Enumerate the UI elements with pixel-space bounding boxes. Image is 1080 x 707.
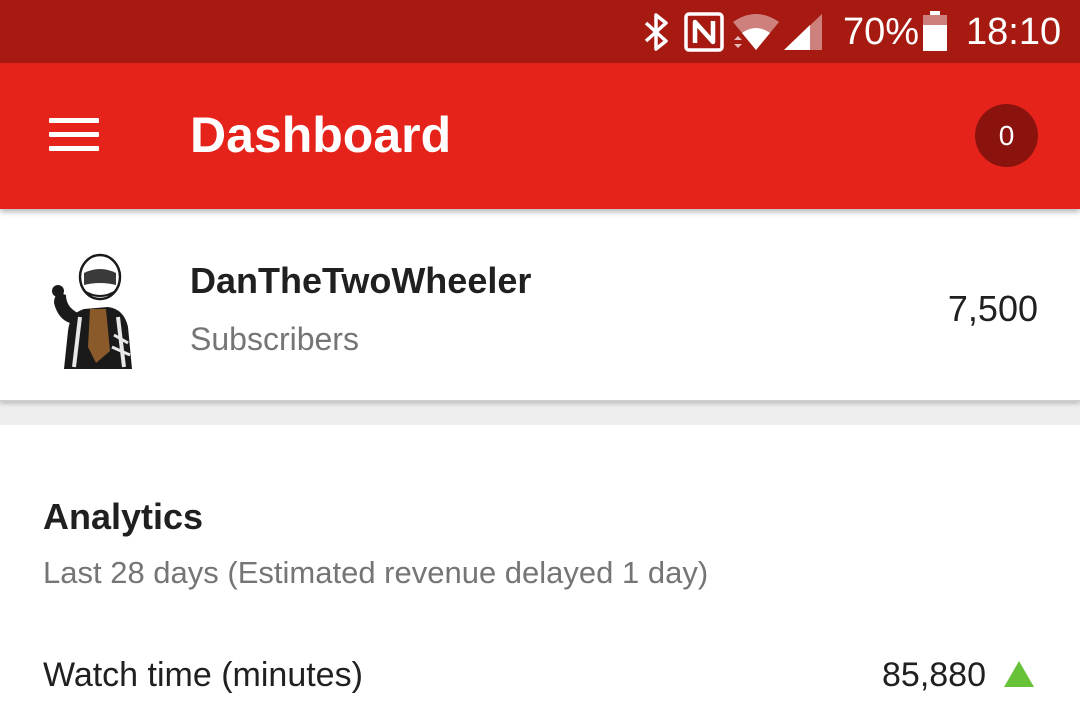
subscribers-count: 7,500 xyxy=(947,288,1038,329)
clock: 18:10 xyxy=(966,11,1062,53)
analytics-title: Analytics xyxy=(43,496,204,537)
wifi-icon xyxy=(733,14,779,50)
section-divider xyxy=(0,401,1080,425)
battery-icon xyxy=(923,11,947,51)
metric-row-watch-time[interactable]: Watch time (minutes) 85,880 xyxy=(0,647,1080,707)
channel-card[interactable]: DanTheTwoWheeler Subscribers 7,500 xyxy=(0,209,1080,401)
channel-name[interactable]: DanTheTwoWheeler xyxy=(190,259,531,303)
subscribers-label: Subscribers xyxy=(190,321,359,357)
notification-badge[interactable]: 0 xyxy=(975,104,1038,167)
analytics-subtitle: Last 28 days (Estimated revenue delayed … xyxy=(43,555,709,590)
channel-avatar[interactable] xyxy=(40,251,150,371)
cell-signal-icon xyxy=(784,14,822,50)
bluetooth-icon xyxy=(644,13,668,51)
nfc-icon xyxy=(684,12,724,52)
analytics-card[interactable]: Analytics Last 28 days (Estimated revenu… xyxy=(0,425,1080,694)
battery-percent: 70% xyxy=(843,11,920,53)
page-title: Dashboard xyxy=(190,107,452,163)
status-bar: 70% 18:10 xyxy=(0,0,1080,63)
trend-up-icon xyxy=(1004,661,1034,687)
hamburger-menu-icon[interactable] xyxy=(40,108,108,164)
metric-label: Watch time (minutes) xyxy=(43,656,363,694)
metric-value: 85,880 xyxy=(882,656,986,694)
app-bar: Dashboard 0 xyxy=(0,63,1080,209)
